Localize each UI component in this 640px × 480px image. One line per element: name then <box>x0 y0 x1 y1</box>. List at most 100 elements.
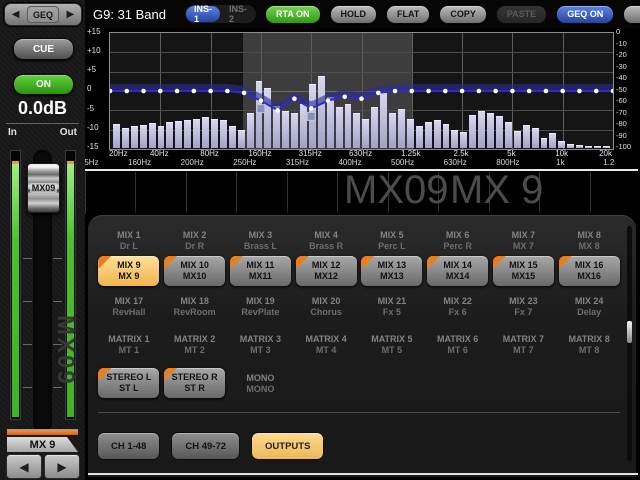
channel-mix-13-button[interactable]: MIX 13MX13 <box>361 256 422 286</box>
channel-mix-16-button[interactable]: MIX 16MX16 <box>559 256 620 286</box>
next-channel-button[interactable]: ▶ <box>44 454 80 479</box>
geq-band-dot[interactable] <box>544 89 549 94</box>
nav-next-icon[interactable]: ▶ <box>60 4 81 25</box>
hold-button[interactable]: HOLD <box>330 5 378 24</box>
channel-id-label: MIX 4 <box>314 230 338 240</box>
channel-cell: MIX 12MX12 <box>293 254 359 288</box>
freq-axis-label: 40Hz <box>150 149 169 158</box>
channel-mix-11-button[interactable]: MIX 11MX11 <box>230 256 291 286</box>
panel-scrollbar-handle[interactable] <box>627 321 632 343</box>
channel-stereo-l-button[interactable]: STEREO LST L <box>98 368 159 398</box>
channel-matrix-5: MATRIX 5MT 5 <box>359 330 425 358</box>
geq-graph[interactable] <box>109 32 614 150</box>
divider <box>6 123 79 124</box>
channel-id-label: MATRIX 6 <box>437 334 478 344</box>
geq-band-dot[interactable] <box>275 108 280 113</box>
geq-band-dot[interactable] <box>393 89 398 94</box>
geq-band-dot[interactable] <box>225 89 230 94</box>
geq-curve-layer[interactable] <box>110 33 613 149</box>
geq-on-button[interactable]: GEQ ON <box>556 5 614 24</box>
channel-id-label: MATRIX 3 <box>240 334 281 344</box>
nav-prev-icon[interactable]: ◀ <box>5 4 26 25</box>
tab-ins-1[interactable]: INS-1 <box>186 6 220 22</box>
db-scale-label: 0 <box>87 84 108 93</box>
geq-band-handle[interactable] <box>307 112 315 120</box>
rta-scale-label: 0 <box>616 27 640 36</box>
tab-outputs[interactable]: OUTPUTS <box>251 432 324 460</box>
channel-color-corner-icon <box>98 256 111 269</box>
channel-id-label: MATRIX 1 <box>108 334 149 344</box>
geq-band-dot[interactable] <box>577 89 582 94</box>
paste-button[interactable]: PASTE <box>496 5 547 24</box>
fader-knob[interactable]: MX09 <box>27 163 60 213</box>
panel-scrollbar-track[interactable] <box>627 226 632 461</box>
meter-fill <box>12 164 19 417</box>
channel-mix-15-button[interactable]: MIX 15MX15 <box>493 256 554 286</box>
channel-cells-row: MX09 MX 9 <box>85 172 640 214</box>
geq-band-dot[interactable] <box>309 106 314 111</box>
geq-band-dot[interactable] <box>376 91 381 96</box>
prev-channel-button[interactable]: ◀ <box>6 454 42 479</box>
channel-id-label: MATRIX 8 <box>568 334 609 344</box>
empty-cell <box>556 366 622 400</box>
button-label: MX10 <box>183 271 207 282</box>
tab-ch-49-72[interactable]: CH 49-72 <box>171 432 240 460</box>
button-label: ST R <box>184 383 205 394</box>
geq-band-dot[interactable] <box>493 89 498 94</box>
geq-band-dot[interactable] <box>141 89 146 94</box>
button-label: MIX 10 <box>180 260 209 271</box>
channel-mix-12-button[interactable]: MIX 12MX12 <box>296 256 357 286</box>
channel-mix-9-button[interactable]: MIX 9MX 9 <box>98 256 159 286</box>
db-scale-label: -5 <box>87 104 108 113</box>
geq-band-dot[interactable] <box>426 89 431 94</box>
geq-band-dot[interactable] <box>326 98 331 103</box>
channel-id-label: MATRIX 5 <box>371 334 412 344</box>
channel-on-button[interactable]: ON <box>13 74 74 95</box>
channel-name-label: MT 2 <box>184 345 205 355</box>
button-label: MIX 9 <box>117 260 141 271</box>
geq-band-dot[interactable] <box>510 89 515 94</box>
geq-band-dot[interactable] <box>527 89 532 94</box>
copy-button[interactable]: COPY <box>439 5 487 24</box>
channel-cell: MIX 14MX14 <box>425 254 491 288</box>
channel-stereo-r-button[interactable]: STEREO RST R <box>164 368 225 398</box>
geq-band-dot[interactable] <box>342 95 347 100</box>
button-label: MIX 15 <box>509 260 538 271</box>
cue-button[interactable]: CUE <box>13 38 74 60</box>
geq-band-dot[interactable] <box>175 89 180 94</box>
rta-on-button[interactable]: RTA ON <box>265 5 321 24</box>
channel-mix-23: MIX 23Fx 7 <box>491 292 557 320</box>
geq-band-dot[interactable] <box>208 89 213 94</box>
channel-mix-10-button[interactable]: MIX 10MX10 <box>164 256 225 286</box>
channel-name-label: MT 7 <box>513 345 534 355</box>
geq-band-dot[interactable] <box>192 89 197 94</box>
channel-name-label: Fx 6 <box>449 307 467 317</box>
geq-band-dot[interactable] <box>292 96 297 101</box>
mixer-button[interactable]: MIXER <box>623 5 640 24</box>
geq-band-dot[interactable] <box>259 98 264 103</box>
channel-color-bar <box>7 429 78 435</box>
tab-ins-2[interactable]: INS-2 <box>221 6 255 22</box>
geq-band-dot[interactable] <box>443 89 448 94</box>
geq-nav-label: GEQ <box>27 6 59 23</box>
flat-button[interactable]: FLAT <box>386 5 430 24</box>
button-label: MX16 <box>577 271 601 282</box>
channel-mix-14-button[interactable]: MIX 14MX14 <box>427 256 488 286</box>
channel-name-label: Fx 5 <box>383 307 401 317</box>
channel-id-label: MIX 1 <box>117 230 141 240</box>
geq-band-dot[interactable] <box>477 89 482 94</box>
geq-band-dot[interactable] <box>242 91 247 96</box>
geq-band-dot[interactable] <box>124 89 129 94</box>
geq-title: G9: 31 Band <box>93 7 166 22</box>
band-freq-label: 1k <box>556 158 564 167</box>
geq-band-dot[interactable] <box>410 89 415 94</box>
channel-cell: MIX 9MX 9 <box>96 254 162 288</box>
geq-band-handle[interactable] <box>257 105 265 113</box>
tab-ch-1-48[interactable]: CH 1-48 <box>97 432 160 460</box>
geq-band-dot[interactable] <box>560 89 565 94</box>
geq-band-dot[interactable] <box>359 96 364 101</box>
geq-band-dot[interactable] <box>460 89 465 94</box>
mix-row-2: MIX 9MX 9MIX 10MX10MIX 11MX11MIX 12MX12M… <box>96 254 622 288</box>
geq-band-dot[interactable] <box>594 89 599 94</box>
geq-band-dot[interactable] <box>158 89 163 94</box>
